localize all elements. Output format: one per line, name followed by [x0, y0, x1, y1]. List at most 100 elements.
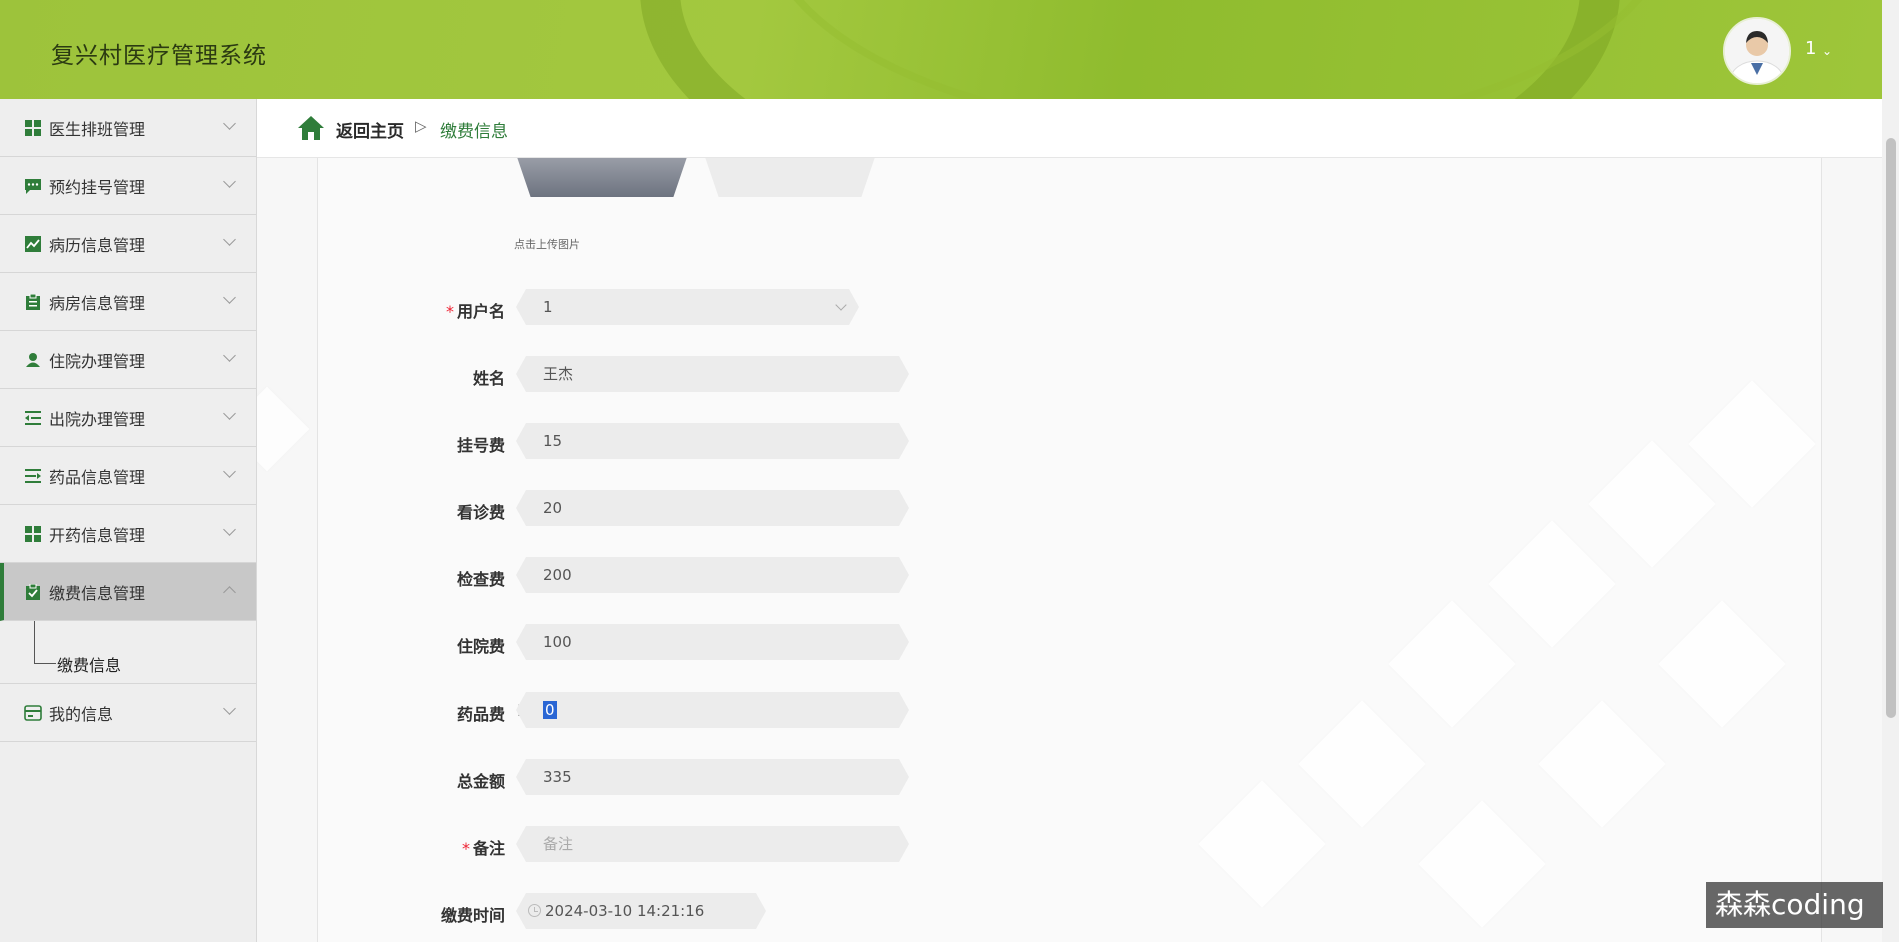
registration-fee-input[interactable]: 15 — [516, 423, 909, 459]
consultation-fee-label: 看诊费 — [456, 503, 505, 522]
payment-time-label: 缴费时间 — [440, 906, 505, 925]
sidebar-subitem-payment-info[interactable]: 缴费信息 — [0, 621, 256, 684]
exam-fee-input[interactable]: 200 — [516, 557, 909, 593]
form-label-wrap: 检查费 — [257, 557, 505, 593]
medicine-fee-input[interactable]: 0 — [516, 692, 909, 728]
sidebar-item-wards[interactable]: 病房信息管理 — [0, 273, 256, 331]
selected-text: 0 — [545, 701, 555, 719]
watermark: 森森coding — [1706, 882, 1883, 928]
form-row-name: 姓名 王杰 — [257, 356, 1057, 392]
username-label: * 用户名 — [305, 298, 505, 322]
payment-time-input[interactable]: 2024-03-10 14:21:16 — [516, 893, 766, 929]
sidebar: 医生排班管理 预约挂号管理 病历信息管理 病房信息管理 住院办理管理 出院办理管 — [0, 99, 257, 942]
consultation-fee-input[interactable]: 20 — [516, 490, 909, 526]
form-label-wrap: * 用户名 — [257, 289, 505, 325]
registration-fee-label: 挂号费 — [456, 436, 505, 455]
form-row-total: 总金额 335 — [257, 759, 1057, 795]
total-input[interactable]: 335 — [516, 759, 909, 795]
chevron-down-icon — [223, 175, 236, 188]
sidebar-item-label: 医生排班管理 — [49, 119, 146, 139]
sidebar-item-label: 药品信息管理 — [49, 467, 146, 487]
list-icon — [24, 467, 42, 485]
sidebar-item-label: 预约挂号管理 — [49, 177, 146, 197]
outdent-icon — [24, 409, 42, 427]
form-row-remark: * 备注 备注 — [257, 826, 1057, 862]
chart-line-icon — [24, 235, 42, 253]
form-row-consultation-fee: 看诊费 20 — [257, 490, 1057, 526]
chevron-down-icon — [223, 702, 236, 715]
main-content: 返回主页 ▷ 缴费信息 点击上传图片 * 用户名 1 姓名 王杰 挂号费 15 看… — [257, 99, 1882, 942]
sidebar-item-prescription[interactable]: 开药信息管理 — [0, 505, 256, 563]
sidebar-item-doctor-schedule[interactable]: 医生排班管理 — [0, 99, 256, 157]
form-row-username: * 用户名 1 — [257, 289, 1057, 325]
name-input[interactable]: 王杰 — [516, 356, 909, 392]
top-header: 复兴村医疗管理系统 1 ⌄ — [0, 0, 1882, 99]
exam-fee-label: 检查费 — [456, 570, 505, 589]
uploaded-image-placeholder[interactable] — [705, 157, 875, 197]
username-select[interactable]: 1 — [516, 289, 859, 325]
chevron-down-icon — [223, 291, 236, 304]
clipboard-check-icon — [24, 583, 42, 601]
chevron-down-icon — [223, 523, 236, 536]
total-label: 总金额 — [456, 772, 505, 791]
chevron-down-icon — [223, 407, 236, 420]
sidebar-item-payment[interactable]: 缴费信息管理 — [0, 563, 256, 621]
breadcrumb: 返回主页 ▷ 缴费信息 — [257, 99, 1882, 158]
uploaded-image[interactable] — [517, 157, 687, 197]
user-icon — [24, 351, 42, 369]
chevron-down-icon — [223, 233, 236, 246]
hospital-fee-label: 住院费 — [456, 637, 505, 656]
form-label-wrap: 住院费 — [257, 624, 505, 660]
user-avatar[interactable] — [1723, 17, 1791, 85]
form-label-wrap: * 备注 — [257, 826, 505, 862]
remark-input[interactable]: 备注 — [516, 826, 909, 862]
breadcrumb-current: 缴费信息 — [440, 122, 508, 142]
sidebar-item-label: 住院办理管理 — [49, 351, 146, 371]
user-menu-label[interactable]: 1 — [1805, 38, 1816, 59]
chevron-down-icon — [223, 465, 236, 478]
form-label-wrap: 缴费时间 — [257, 893, 505, 929]
chevron-down-icon — [223, 117, 236, 130]
hospital-fee-input[interactable]: 100 — [516, 624, 909, 660]
form-label-wrap: 总金额 — [257, 759, 505, 795]
sidebar-item-admission[interactable]: 住院办理管理 — [0, 331, 256, 389]
card-icon — [24, 704, 42, 722]
grid-icon — [24, 525, 42, 543]
username-label-text: 用户名 — [456, 302, 505, 321]
chat-icon — [24, 177, 42, 195]
tree-line — [34, 663, 56, 664]
remark-label-text: 备注 — [472, 839, 505, 858]
remark-label: * 备注 — [305, 835, 505, 859]
form-row-registration-fee: 挂号费 15 — [257, 423, 1057, 459]
form-row-exam-fee: 检查费 200 — [257, 557, 1057, 593]
sidebar-item-label: 我的信息 — [49, 704, 114, 724]
clipboard-icon — [24, 293, 42, 311]
sidebar-item-label: 病房信息管理 — [49, 293, 146, 313]
chevron-up-icon — [223, 586, 236, 599]
sidebar-item-discharge[interactable]: 出院办理管理 — [0, 389, 256, 447]
tree-line — [34, 621, 35, 663]
sidebar-item-label: 出院办理管理 — [49, 409, 146, 429]
sidebar-item-my-info[interactable]: 我的信息 — [0, 684, 256, 742]
form-row-hospital-fee: 住院费 100 — [257, 624, 1057, 660]
username-value: 1 — [543, 298, 553, 316]
sidebar-item-medicine[interactable]: 药品信息管理 — [0, 447, 256, 505]
chevron-down-icon[interactable]: ⌄ — [1822, 44, 1832, 58]
sidebar-item-label: 开药信息管理 — [49, 525, 146, 545]
form-label-wrap: 姓名 — [257, 356, 505, 392]
upload-hint[interactable]: 点击上传图片 — [514, 236, 580, 252]
form-row-payment-time: 缴费时间 2024-03-10 14:21:16 — [257, 893, 1057, 929]
breadcrumb-home-link[interactable]: 返回主页 — [336, 117, 404, 142]
required-marker: * — [445, 302, 454, 321]
sidebar-item-medical-records[interactable]: 病历信息管理 — [0, 215, 256, 273]
sidebar-subitem-label: 缴费信息 — [57, 656, 122, 675]
sidebar-item-appointment[interactable]: 预约挂号管理 — [0, 157, 256, 215]
app-title: 复兴村医疗管理系统 — [51, 43, 267, 69]
home-icon[interactable] — [297, 115, 325, 145]
clock-icon — [528, 904, 541, 917]
required-marker: * — [461, 839, 470, 858]
scrollbar-thumb[interactable] — [1886, 138, 1896, 718]
chevron-down-icon — [223, 349, 236, 362]
sidebar-item-label: 病历信息管理 — [49, 235, 146, 255]
medicine-fee-label: 药品费 — [456, 705, 505, 724]
